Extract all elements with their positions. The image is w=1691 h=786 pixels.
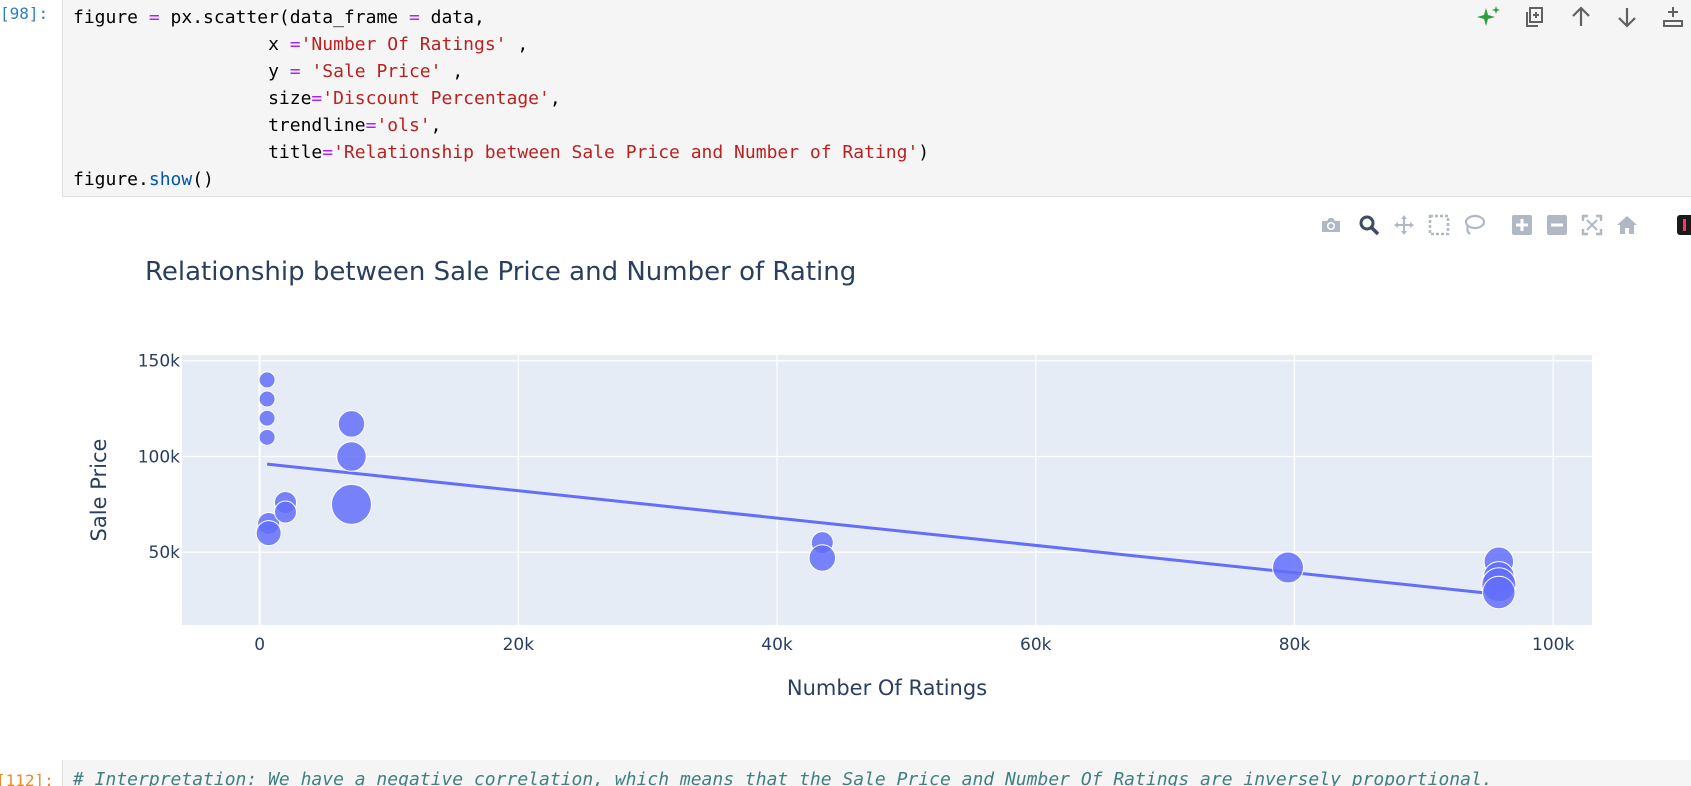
scatter-point[interactable] [255, 520, 282, 547]
cell-prompt: [98]: [0, 4, 49, 23]
code-token: = [289, 61, 301, 82]
code-token: ) [918, 142, 930, 163]
scatter-point[interactable] [1272, 551, 1305, 584]
scatter-point[interactable] [258, 390, 276, 408]
code-token: x [73, 34, 290, 55]
code-token: 'Discount Percentage' [322, 88, 550, 109]
chart-title: Relationship between Sale Price and Numb… [145, 257, 856, 287]
cell-toolbar [1471, 3, 1691, 31]
code-token: title [73, 142, 323, 163]
code-token: = [311, 88, 323, 109]
code-token: y [73, 61, 290, 82]
y-tick-label: 150k [138, 352, 180, 372]
x-axis-title: Number Of Ratings [787, 676, 987, 700]
x-tick-label: 60k [1020, 635, 1052, 655]
move-up-icon[interactable] [1563, 3, 1599, 31]
code-cell-editor[interactable]: # Interpretation: We have a negative cor… [62, 760, 1691, 786]
code-token: 'Number Of Ratings' [300, 34, 507, 55]
x-tick-label: 20k [503, 635, 535, 655]
zoom-in-icon[interactable] [1507, 210, 1537, 240]
duplicate-icon[interactable] [1517, 3, 1553, 31]
camera-icon[interactable] [1316, 210, 1346, 240]
code-token: = [289, 34, 301, 55]
x-tick-label: 100k [1532, 635, 1574, 655]
code-text[interactable]: figure = px.scatter(data_frame = data, x… [73, 4, 929, 193]
code-token: data, [419, 7, 485, 28]
scatter-point[interactable] [337, 410, 366, 438]
scatter-point[interactable] [258, 371, 276, 389]
x-tick-label: 40k [761, 635, 793, 655]
move-down-icon[interactable] [1609, 3, 1645, 31]
code-token: figure. [73, 169, 149, 190]
code-token: show [148, 169, 193, 190]
x-tick-label: 80k [1279, 635, 1311, 655]
plotly-logo-icon[interactable] [1671, 210, 1691, 240]
code-token: 'Sale Price' [311, 61, 442, 82]
zoom-out-icon[interactable] [1542, 210, 1572, 240]
scatter-point[interactable] [273, 500, 297, 524]
jupyter-notebook: [98]: figure = px.scatter(data_frame = d… [0, 0, 1691, 786]
y-tick-label: 50k [149, 543, 181, 563]
reset-axes-icon[interactable] [1612, 210, 1642, 240]
code-token: , [441, 61, 464, 82]
pan-icon[interactable] [1389, 210, 1419, 240]
code-token: = [148, 7, 160, 28]
code-token: = [408, 7, 420, 28]
insert-above-icon[interactable] [1655, 3, 1691, 31]
zoom-icon[interactable] [1354, 210, 1384, 240]
box-select-icon[interactable] [1424, 210, 1454, 240]
code-token: , [506, 34, 529, 55]
code-cell-editor[interactable]: figure = px.scatter(data_frame = data, x… [62, 0, 1691, 197]
lasso-icon[interactable] [1459, 210, 1489, 240]
code-token: () [192, 169, 214, 190]
plotly-modebar [1316, 210, 1691, 240]
autoscale-icon[interactable] [1577, 210, 1607, 240]
scatter-point[interactable] [258, 409, 276, 427]
y-tick-label: 100k [138, 447, 180, 467]
chart-svg[interactable]: 0 20k 40k 60k 80k 100k 50k 100k 150k Relationshi… [0, 240, 1691, 710]
y-axis-title: Sale Price [87, 439, 111, 542]
scatter-point[interactable] [1482, 575, 1516, 610]
code-token: figure [73, 7, 149, 28]
x-tick-label: 0 [254, 635, 265, 655]
sparkle-icon[interactable] [1471, 3, 1507, 31]
plot-area-background[interactable] [182, 355, 1592, 625]
code-comment[interactable]: # Interpretation: We have a negative cor… [73, 769, 1493, 786]
scatter-plot[interactable]: 0 20k 40k 60k 80k 100k 50k 100k 150k Relationshi… [0, 240, 1691, 710]
code-token: , [549, 88, 561, 109]
code-token: 'ols' [376, 115, 431, 136]
code-token: = [322, 142, 334, 163]
code-token: , [430, 115, 442, 136]
scatter-point[interactable] [336, 441, 367, 472]
code-token: trendline [73, 115, 366, 136]
code-token: size [73, 88, 312, 109]
scatter-point[interactable] [258, 428, 276, 446]
code-token: = [365, 115, 377, 136]
scatter-point[interactable] [330, 483, 372, 525]
scatter-point[interactable] [808, 544, 837, 572]
code-token: 'Relationship between Sale Price and Num… [333, 142, 919, 163]
code-token: px.scatter(data_frame [159, 7, 409, 28]
cell-prompt: [112]: [0, 771, 54, 786]
